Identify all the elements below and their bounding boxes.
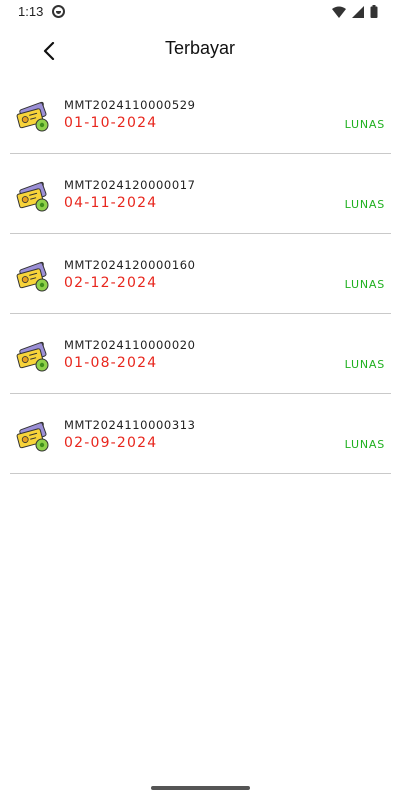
list-item[interactable]: MMT2024120000160 02-12-2024 LUNAS (10, 234, 391, 314)
status-badge: LUNAS (344, 278, 385, 291)
status-badge: LUNAS (344, 198, 385, 211)
paid-invoice-list: MMT2024110000529 01-10-2024 LUNAS MMT202… (10, 74, 391, 474)
status-badge: LUNAS (344, 358, 385, 371)
status-time: 1:13 (18, 4, 44, 19)
list-item[interactable]: MMT2024110000020 01-08-2024 LUNAS (10, 314, 391, 394)
list-item[interactable]: MMT2024120000017 04-11-2024 LUNAS (10, 154, 391, 234)
ticket-icon (16, 421, 49, 452)
list-item[interactable]: MMT2024110000529 01-10-2024 LUNAS (10, 74, 391, 154)
invoice-date: 01-08-2024 (64, 355, 158, 371)
invoice-id: MMT2024120000160 (64, 258, 196, 272)
invoice-date: 01-10-2024 (64, 115, 158, 131)
status-badge: LUNAS (344, 438, 385, 451)
invoice-id: MMT2024110000529 (64, 98, 196, 112)
status-bar: 1:13 (0, 0, 400, 26)
signal-icon (352, 5, 364, 18)
list-item[interactable]: MMT2024110000313 02-09-2024 LUNAS (10, 394, 391, 474)
invoice-id: MMT2024120000017 (64, 178, 196, 192)
wifi-icon (332, 6, 346, 18)
battery-icon (370, 5, 378, 18)
status-icons (332, 5, 378, 18)
invoice-id: MMT2024110000313 (64, 418, 196, 432)
ticket-icon (16, 101, 49, 132)
status-badge: LUNAS (344, 118, 385, 131)
invoice-date: 04-11-2024 (64, 195, 158, 211)
ticket-icon (16, 181, 49, 212)
app-notification-icon (52, 5, 65, 18)
app-bar: Terbayar (0, 26, 400, 76)
invoice-date: 02-12-2024 (64, 275, 158, 291)
home-indicator[interactable] (151, 786, 250, 790)
page-title: Terbayar (164, 38, 236, 58)
ticket-icon (16, 341, 49, 372)
invoice-id: MMT2024110000020 (64, 338, 196, 352)
invoice-date: 02-09-2024 (64, 435, 158, 451)
ticket-icon (16, 261, 49, 292)
